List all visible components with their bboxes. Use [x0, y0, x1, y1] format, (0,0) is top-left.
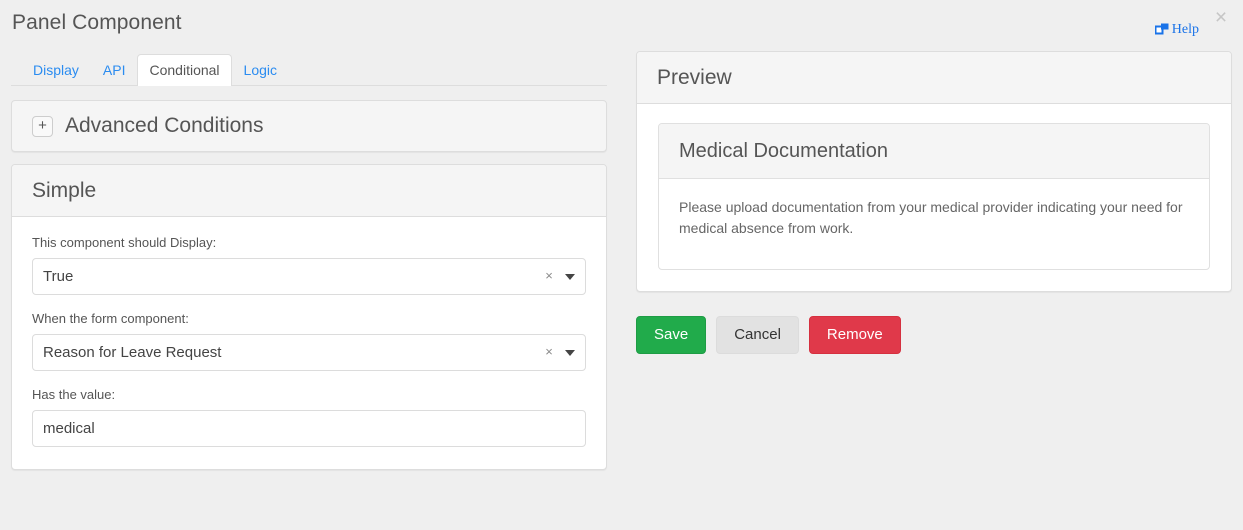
- page-title: Panel Component: [12, 10, 182, 36]
- field-display-condition-label: This component should Display:: [32, 235, 586, 251]
- preview-panel-body: Medical Documentation Please upload docu…: [637, 104, 1231, 291]
- preview-column: Preview Medical Documentation Please upl…: [636, 51, 1232, 354]
- form-component-select-wrap: Reason for Leave Request ×: [32, 334, 586, 371]
- cancel-button[interactable]: Cancel: [716, 316, 799, 354]
- save-button[interactable]: Save: [636, 316, 706, 354]
- close-icon[interactable]: ×: [1211, 7, 1231, 29]
- tab-api[interactable]: API: [91, 54, 138, 86]
- advanced-conditions-title: Advanced Conditions: [65, 114, 263, 138]
- settings-column: Display API Conditional Logic + Advanced…: [11, 54, 607, 470]
- field-display-condition: This component should Display: True ×: [32, 235, 586, 295]
- display-condition-select[interactable]: True: [32, 258, 586, 295]
- clear-icon-display-condition[interactable]: ×: [543, 268, 555, 284]
- windows-panels-icon: [1155, 23, 1169, 37]
- has-value-input[interactable]: [32, 410, 586, 447]
- advanced-conditions-panel[interactable]: + Advanced Conditions: [11, 100, 607, 152]
- tab-conditional[interactable]: Conditional: [137, 54, 231, 86]
- simple-panel-body: This component should Display: True × Wh…: [12, 217, 606, 469]
- clear-icon-form-component[interactable]: ×: [543, 344, 555, 360]
- chevron-down-icon-display-condition[interactable]: [565, 274, 575, 280]
- preview-card-header: Medical Documentation: [659, 124, 1209, 179]
- tab-bar: Display API Conditional Logic: [11, 54, 607, 86]
- tab-logic[interactable]: Logic: [232, 54, 289, 86]
- preview-card-body: Please upload documentation from your me…: [659, 179, 1209, 269]
- field-form-component-label: When the form component:: [32, 311, 586, 327]
- form-component-select[interactable]: Reason for Leave Request: [32, 334, 586, 371]
- chevron-down-icon-form-component[interactable]: [565, 350, 575, 356]
- tab-display[interactable]: Display: [21, 54, 91, 86]
- expand-advanced-conditions-button[interactable]: +: [32, 116, 53, 137]
- modal-header: Panel Component Help ×: [0, 0, 1243, 46]
- action-button-row: Save Cancel Remove: [636, 316, 1232, 354]
- preview-panel-header: Preview: [637, 52, 1231, 104]
- preview-panel: Preview Medical Documentation Please upl…: [636, 51, 1232, 292]
- preview-card-title: Medical Documentation: [679, 140, 888, 162]
- simple-panel-title: Simple: [32, 179, 96, 203]
- field-has-value: Has the value:: [32, 387, 586, 447]
- remove-button[interactable]: Remove: [809, 316, 901, 354]
- simple-conditions-panel: Simple This component should Display: Tr…: [11, 164, 607, 470]
- display-condition-select-wrap: True ×: [32, 258, 586, 295]
- field-has-value-label: Has the value:: [32, 387, 586, 403]
- field-form-component: When the form component: Reason for Leav…: [32, 311, 586, 371]
- help-link[interactable]: Help: [1155, 22, 1199, 38]
- help-label: Help: [1172, 22, 1199, 38]
- simple-panel-header: Simple: [12, 165, 606, 217]
- preview-panel-title: Preview: [657, 66, 732, 90]
- preview-component-card: Medical Documentation Please upload docu…: [658, 123, 1210, 270]
